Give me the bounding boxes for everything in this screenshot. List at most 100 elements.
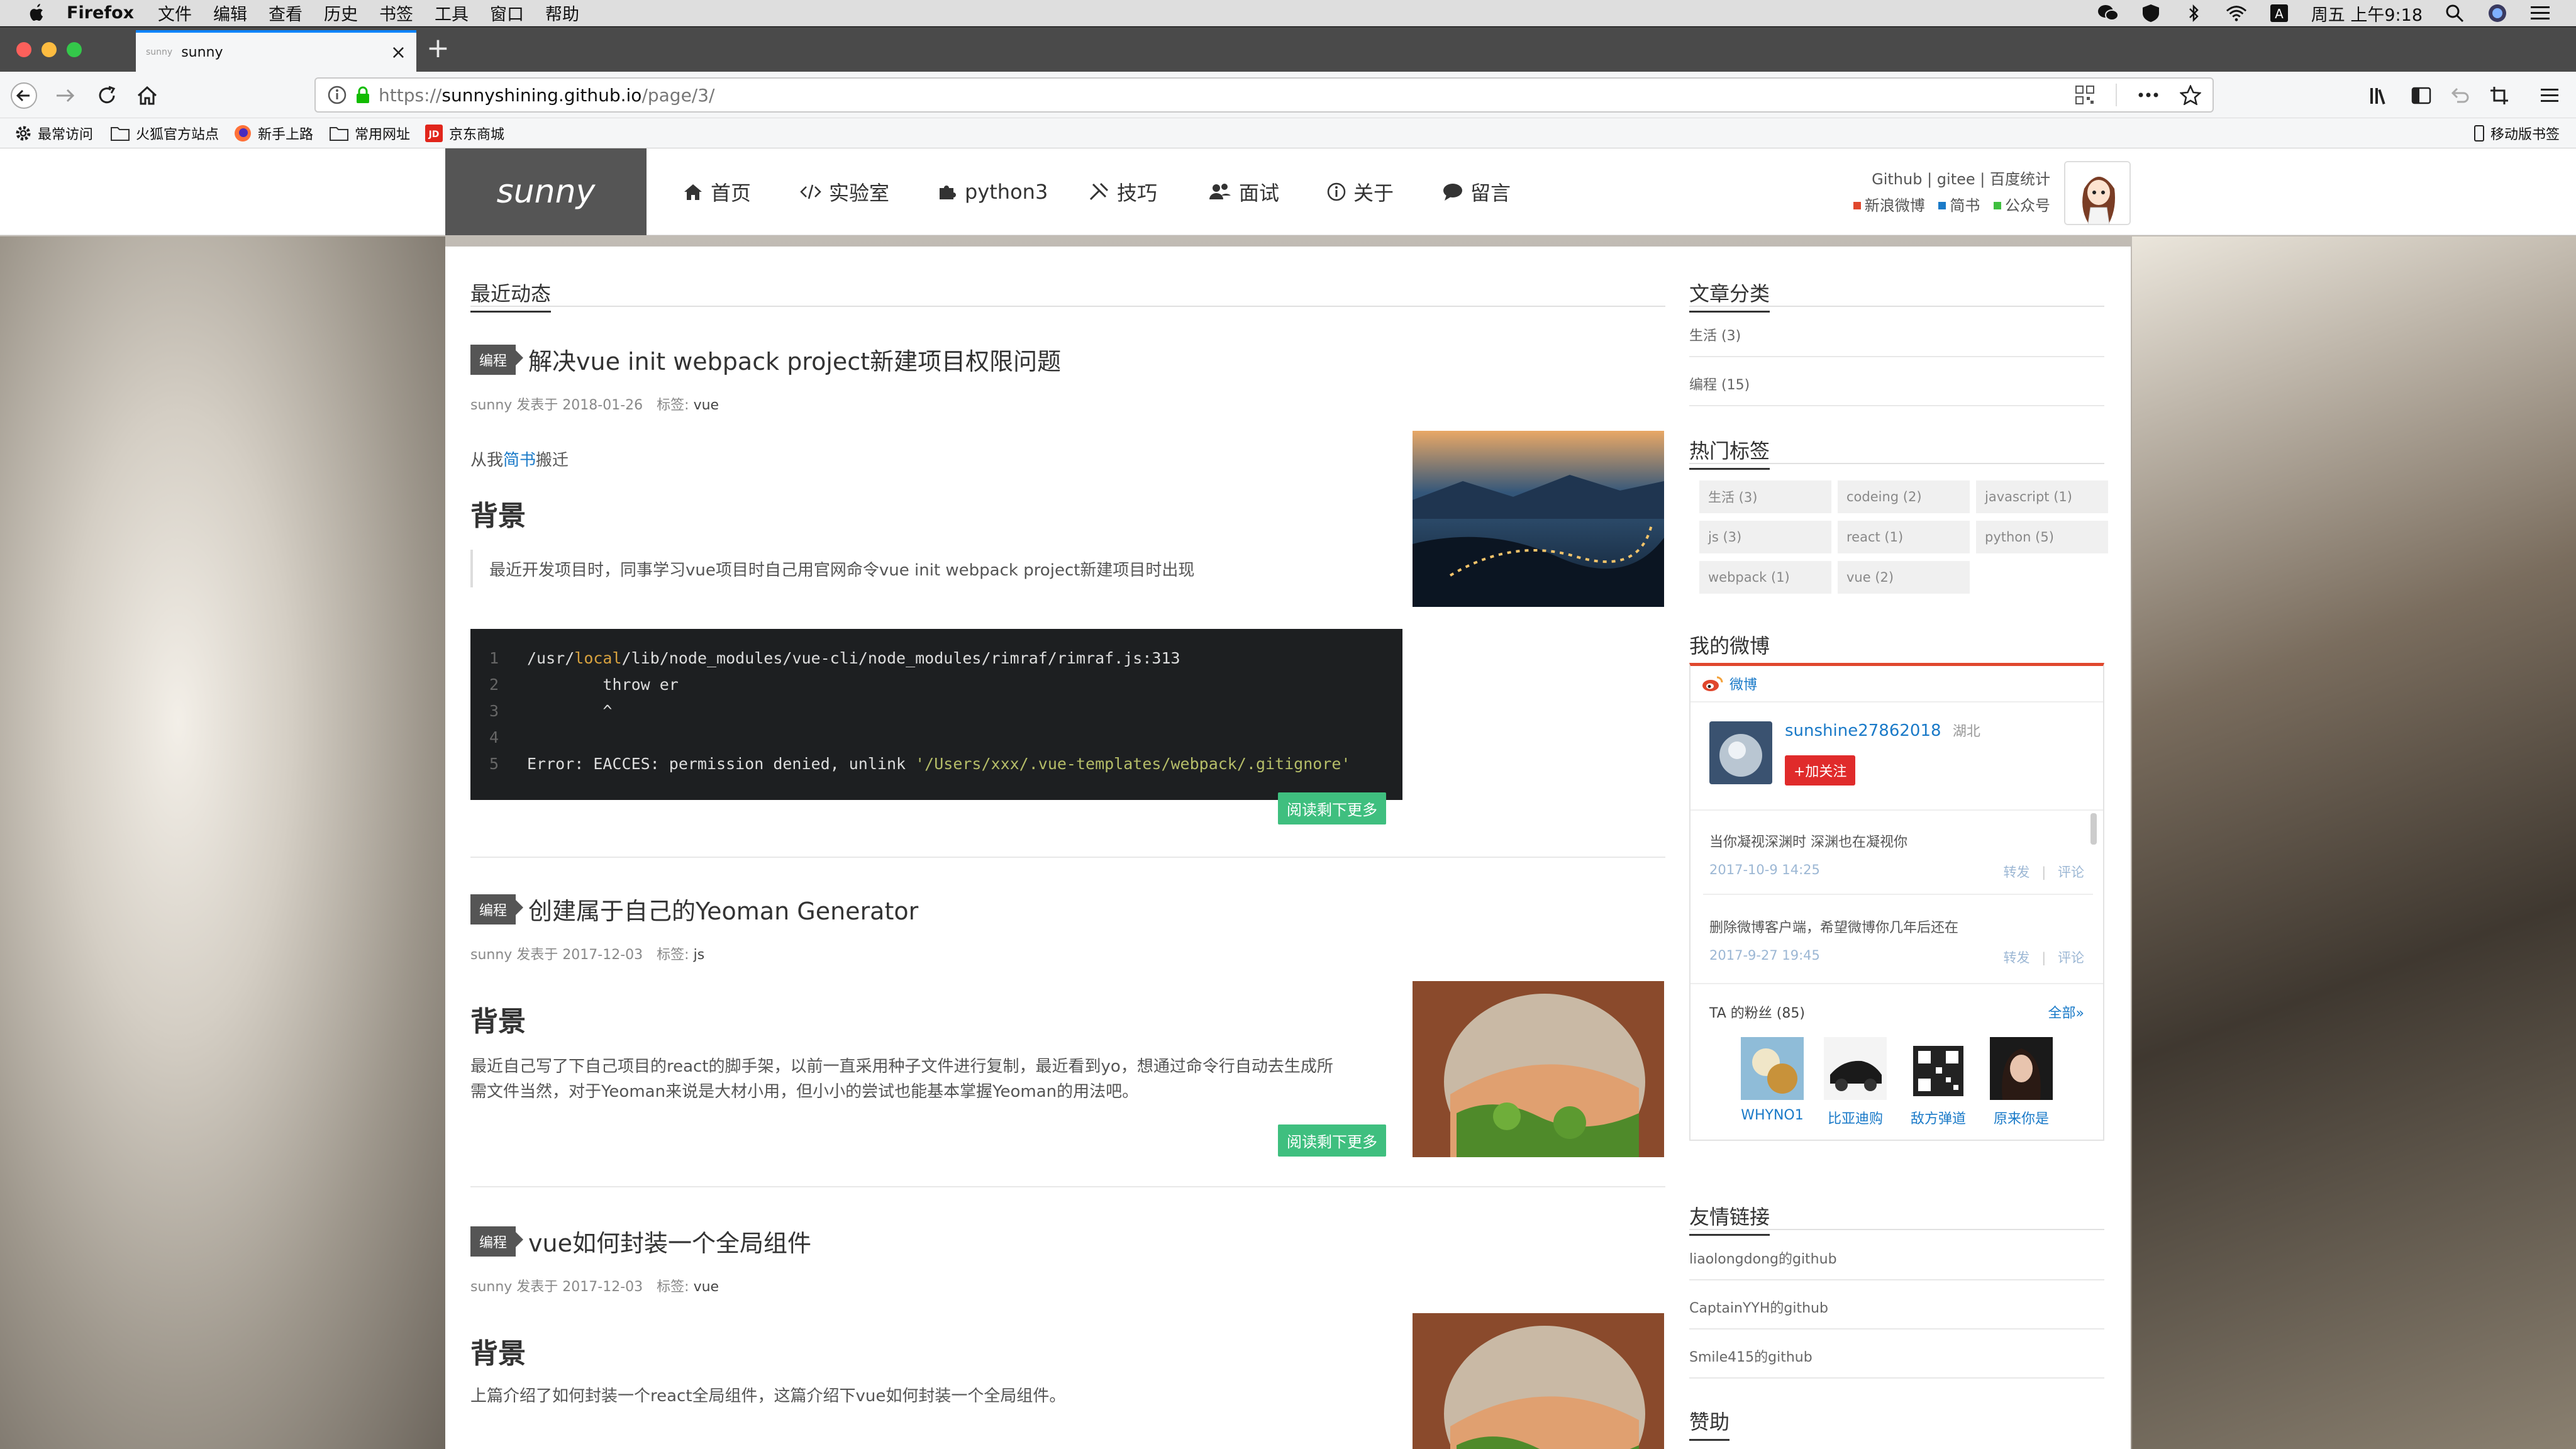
apple-icon[interactable] — [25, 3, 48, 23]
menubar-item-tools[interactable]: 工具 — [435, 1, 469, 25]
header-link-weibo[interactable]: 新浪微博 — [1865, 197, 1925, 214]
nav-tips[interactable]: 技巧 — [1088, 148, 1157, 235]
sidebar-button[interactable] — [2406, 80, 2436, 111]
article-tag[interactable]: vue — [694, 1279, 719, 1295]
nav-python3[interactable]: python3 — [937, 148, 1048, 235]
category-badge[interactable]: 编程 — [470, 1226, 524, 1257]
article-tag[interactable]: vue — [694, 397, 719, 413]
article-3-title[interactable]: vue如何封装一个全局组件 — [528, 1224, 811, 1258]
weibo-fan[interactable]: WHYNO1 — [1741, 1037, 1804, 1123]
nav-message[interactable]: 留言 — [1443, 148, 1511, 235]
menu-button[interactable] — [2534, 80, 2565, 111]
category-item[interactable]: 编程 (15) — [1689, 374, 1750, 394]
weibo-fans-all-link[interactable]: 全部» — [2048, 1002, 2084, 1022]
weibo-user-avatar[interactable] — [1709, 721, 1772, 784]
site-logo[interactable]: sunny — [445, 148, 647, 235]
article-2-title[interactable]: 创建属于自己的Yeoman Generator — [528, 892, 918, 926]
article-3-thumbnail[interactable] — [1413, 1313, 1664, 1449]
tag-chip[interactable]: js (3) — [1699, 521, 1831, 553]
read-more-button[interactable]: 阅读剩下更多 — [1278, 792, 1386, 824]
weibo-repost-link[interactable]: 转发 — [2004, 950, 2030, 965]
library-button[interactable] — [2365, 80, 2395, 111]
reload-button[interactable] — [92, 80, 122, 111]
home-button[interactable] — [132, 80, 162, 111]
bookmark-star-icon[interactable] — [2180, 85, 2201, 105]
weibo-fan[interactable]: 原来你是 — [1990, 1037, 2053, 1128]
weibo-repost-link[interactable]: 转发 — [2004, 865, 2030, 880]
window-zoom-button[interactable] — [67, 42, 82, 57]
tag-chip[interactable]: codeing (2) — [1838, 480, 1970, 513]
screenshot-button[interactable] — [2484, 80, 2514, 111]
weibo-post-time[interactable]: 2017-10-9 14:25 — [1709, 862, 1820, 877]
input-method-icon[interactable]: A — [2268, 3, 2290, 24]
site-info-icon[interactable] — [327, 85, 347, 105]
article-2-thumbnail[interactable] — [1413, 981, 1664, 1157]
header-links-top[interactable]: Github | gitee | 百度统计 — [1799, 166, 2050, 192]
category-badge[interactable]: 编程 — [470, 894, 524, 924]
menubar-clock[interactable]: 周五 上午9:18 — [2311, 1, 2423, 26]
undo-close-button[interactable] — [2445, 80, 2475, 111]
tag-chip[interactable]: react (1) — [1838, 521, 1970, 553]
category-badge[interactable]: 编程 — [470, 344, 524, 375]
friend-link[interactable]: CaptainYYH的github — [1689, 1297, 1828, 1317]
tag-chip[interactable]: python (5) — [1976, 521, 2108, 553]
window-minimize-button[interactable] — [42, 42, 57, 57]
menubar-app-name[interactable]: Firefox — [67, 3, 134, 23]
wechat-icon[interactable] — [2097, 3, 2119, 24]
article-1-thumbnail[interactable] — [1413, 431, 1664, 607]
article-1-title[interactable]: 解决vue init webpack project新建项目权限问题 — [528, 342, 1061, 377]
tag-chip[interactable]: javascript (1) — [1976, 480, 2108, 513]
weibo-comment-link[interactable]: 评论 — [2058, 865, 2084, 880]
mobile-bookmarks[interactable]: 移动版书签 — [2474, 118, 2560, 148]
menubar-item-window[interactable]: 窗口 — [490, 1, 524, 25]
header-link-wechat-official[interactable]: 公众号 — [2005, 197, 2050, 214]
window-close-button[interactable] — [16, 42, 31, 57]
category-item[interactable]: 生活 (3) — [1689, 325, 1741, 345]
menubar-item-history[interactable]: 历史 — [324, 1, 358, 25]
tag-chip[interactable]: vue (2) — [1838, 561, 1970, 594]
menubar-item-edit[interactable]: 编辑 — [213, 1, 247, 25]
weibo-fan[interactable]: 敌方弹道 — [1907, 1037, 1970, 1128]
weibo-follow-button[interactable]: +加关注 — [1785, 755, 1856, 786]
nav-lab[interactable]: 实验室 — [800, 148, 889, 235]
notification-center-icon[interactable] — [2529, 3, 2551, 24]
weibo-username[interactable]: sunshine27862018 — [1785, 721, 1941, 740]
forward-button[interactable] — [50, 80, 80, 111]
qr-code-icon[interactable] — [2075, 86, 2094, 104]
nav-about[interactable]: 关于 — [1327, 148, 1394, 235]
back-button[interactable] — [9, 80, 39, 111]
url-bar[interactable]: https://sunnyshining.github.io/page/3/ — [314, 77, 2214, 113]
avatar[interactable] — [2064, 161, 2131, 225]
weibo-feed-scrollbar[interactable] — [2090, 813, 2097, 845]
friend-link[interactable]: liaolongdong的github — [1689, 1248, 1837, 1268]
weibo-brand-label[interactable]: 微博 — [1729, 674, 1757, 694]
bookmark-most-visited[interactable]: 最常访问 — [15, 118, 93, 148]
bluetooth-icon[interactable] — [2183, 3, 2204, 24]
tag-chip[interactable]: webpack (1) — [1699, 561, 1831, 594]
siri-icon[interactable] — [2487, 3, 2508, 24]
bookmark-firefox-site[interactable]: 火狐官方站点 — [111, 118, 219, 148]
menubar-item-view[interactable]: 查看 — [269, 1, 303, 25]
bookmark-common-sites[interactable]: 常用网址 — [330, 118, 410, 148]
lock-icon[interactable] — [356, 86, 370, 104]
weibo-comment-link[interactable]: 评论 — [2058, 950, 2084, 965]
bookmark-getting-started[interactable]: 新手上路 — [234, 118, 313, 148]
jianshu-link[interactable]: 简书 — [503, 451, 536, 470]
menubar-item-bookmarks[interactable]: 书签 — [379, 1, 413, 25]
shield-icon[interactable] — [2140, 3, 2162, 24]
tab-sunny[interactable]: sunny sunny × — [136, 30, 416, 72]
wifi-icon[interactable] — [2226, 3, 2247, 24]
weibo-post-time[interactable]: 2017-9-27 19:45 — [1709, 948, 1820, 963]
nav-interview[interactable]: 面试 — [1209, 148, 1279, 235]
article-tag[interactable]: js — [694, 947, 705, 963]
page-actions-icon[interactable] — [2138, 92, 2158, 97]
menubar-item-file[interactable]: 文件 — [158, 1, 192, 25]
header-link-jianshu[interactable]: 简书 — [1950, 197, 1980, 214]
tag-chip[interactable]: 生活 (3) — [1699, 480, 1831, 513]
read-more-button[interactable]: 阅读剩下更多 — [1278, 1124, 1386, 1157]
nav-home[interactable]: 首页 — [683, 148, 751, 235]
friend-link[interactable]: Smile415的github — [1689, 1346, 1813, 1366]
menubar-item-help[interactable]: 帮助 — [545, 1, 579, 25]
bookmark-jd[interactable]: JD 京东商城 — [425, 118, 504, 148]
new-tab-button[interactable]: + — [426, 33, 450, 64]
